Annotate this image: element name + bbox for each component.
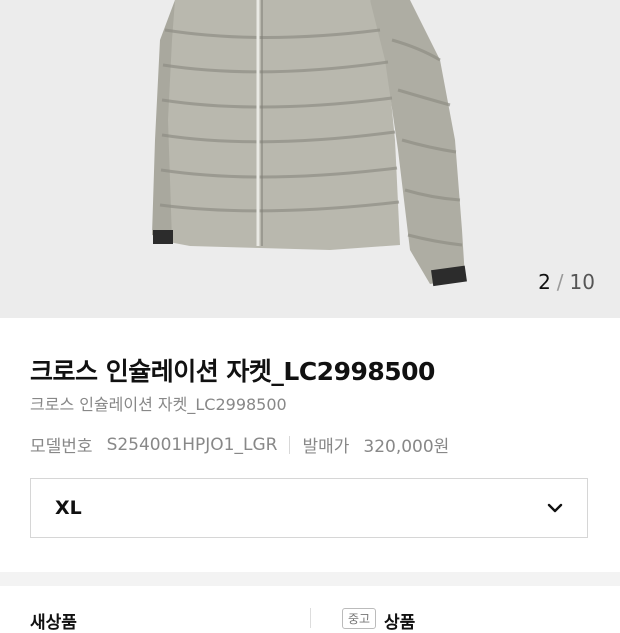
tab-new-product[interactable]: 새상품	[30, 608, 77, 633]
used-badge: 중고	[342, 608, 377, 629]
section-divider	[0, 572, 620, 586]
product-subtitle: 크로스 인슐레이션 자켓_LC2998500	[30, 395, 287, 414]
image-counter-separator: /	[556, 270, 564, 294]
tab-divider	[310, 608, 311, 628]
product-image-gallery[interactable]: 2/10	[0, 0, 620, 318]
jacket-product-image	[152, 0, 467, 287]
condition-tabs: 새상품 중고 상품	[0, 586, 620, 633]
release-price-label: 발매가	[302, 437, 350, 457]
product-meta: 모델번호 S254001HPJO1_LGR 발매가 320,000원	[30, 432, 450, 458]
model-number-value: S254001HPJO1_LGR	[106, 434, 278, 455]
release-price-value: 320,000원	[363, 437, 450, 457]
model-number-label: 모델번호	[30, 437, 93, 457]
product-title: 크로스 인슐레이션 자켓_LC2998500	[30, 357, 435, 386]
chevron-down-icon	[547, 503, 563, 513]
size-select-value: XL	[55, 497, 82, 519]
image-counter-current: 2	[538, 270, 551, 294]
image-counter-total: 10	[569, 270, 595, 294]
size-select[interactable]: XL	[30, 478, 588, 538]
tab-used-product[interactable]: 상품	[384, 608, 415, 633]
meta-divider	[289, 435, 291, 454]
image-counter: 2/10	[538, 270, 595, 294]
